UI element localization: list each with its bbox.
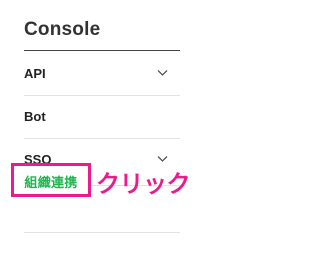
sidebar-item-organization-link[interactable]: 組織連携: [11, 163, 91, 197]
organization-link-label: 組織連携: [24, 175, 78, 190]
heading-divider: [24, 50, 180, 51]
chevron-down-icon[interactable]: [157, 69, 168, 77]
sidebar-item-label: API: [24, 66, 46, 81]
click-annotation: クリック: [96, 171, 191, 198]
divider: [24, 232, 180, 233]
sidebar-item-label: Bot: [24, 109, 46, 124]
chevron-down-icon[interactable]: [157, 155, 168, 163]
sidebar-item-bot[interactable]: Bot: [24, 96, 180, 138]
sidebar-item-api[interactable]: API: [24, 53, 180, 95]
console-heading: Console: [24, 19, 101, 40]
